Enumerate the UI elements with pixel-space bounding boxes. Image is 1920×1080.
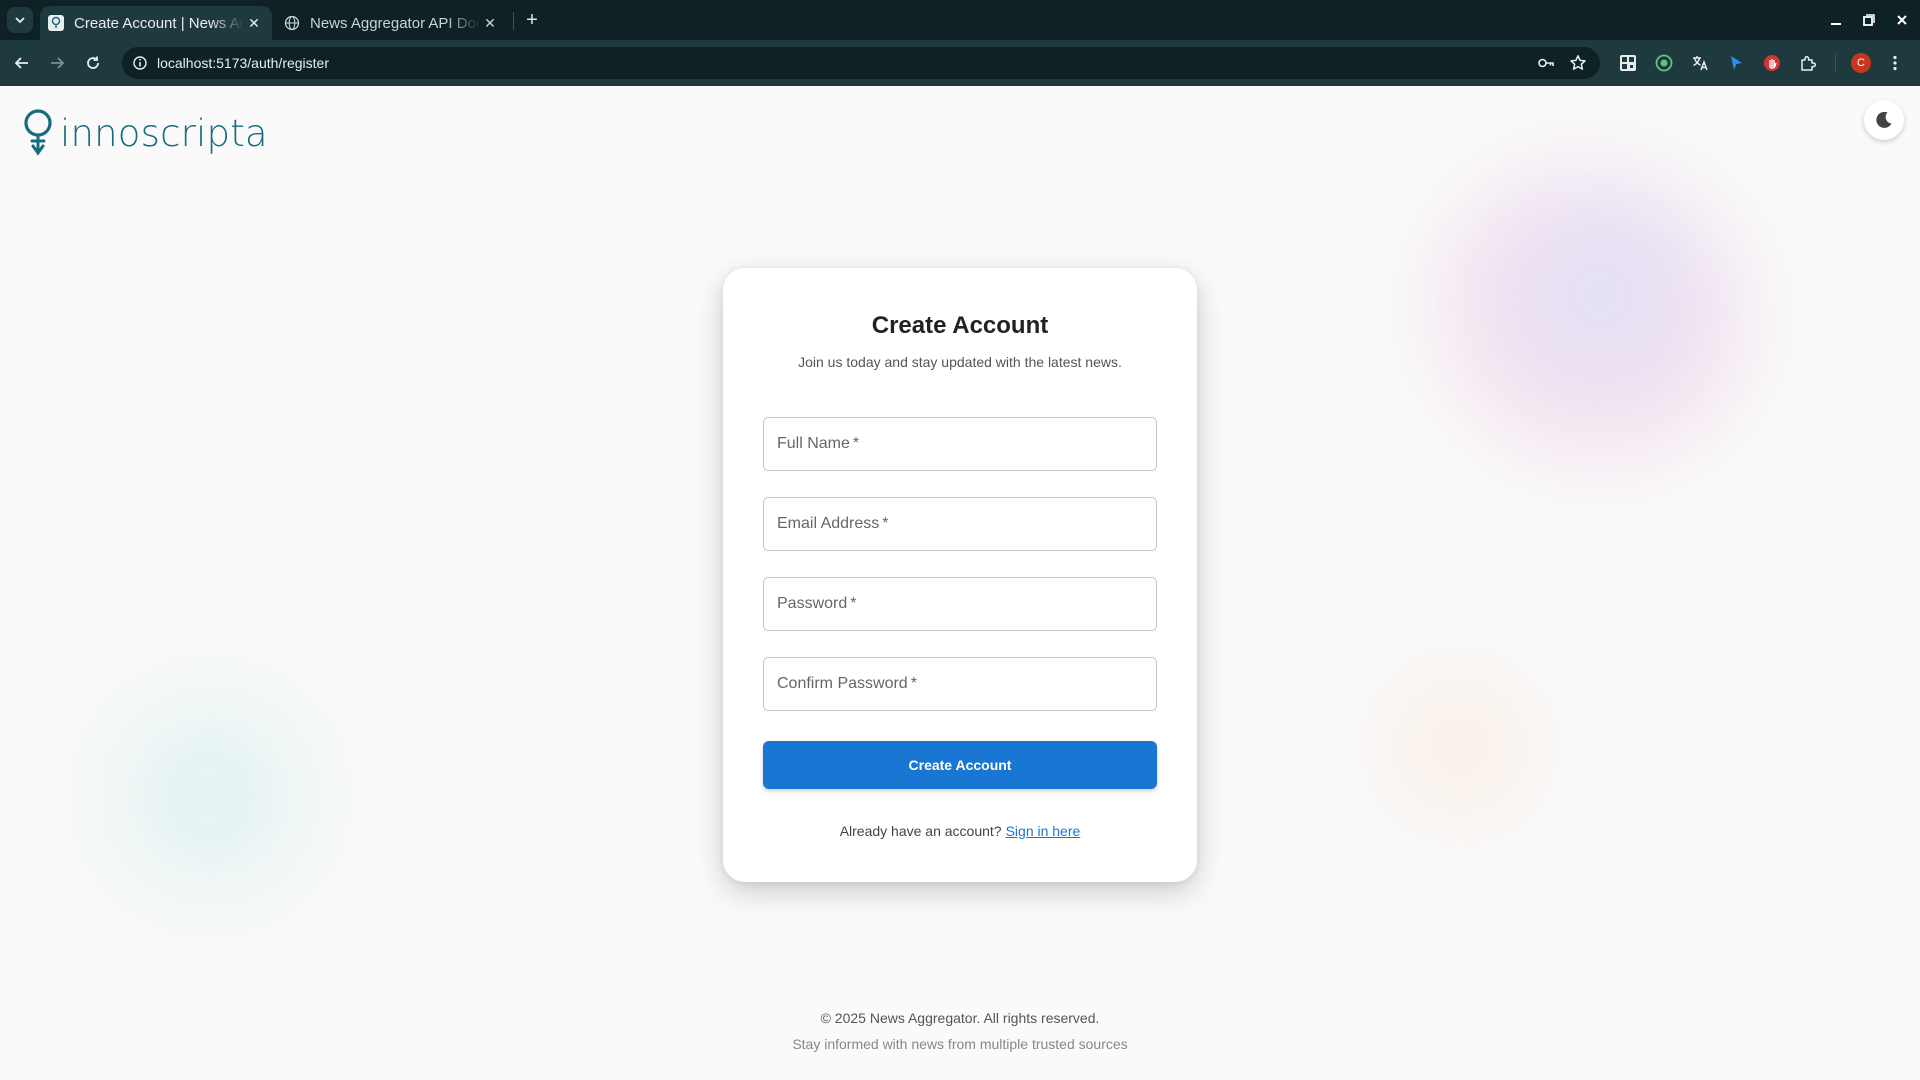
brand-name: innoscripta	[60, 111, 268, 155]
footer-tagline: Stay informed with news from multiple tr…	[792, 1036, 1128, 1052]
puzzle-extensions-icon[interactable]	[1797, 52, 1819, 74]
close-icon[interactable]: ✕	[244, 13, 264, 33]
tab-create-account[interactable]: Create Account | News Aggregator ✕	[40, 6, 272, 40]
signin-link[interactable]: Sign in here	[1006, 823, 1081, 839]
password-field[interactable]: Password *	[763, 577, 1157, 631]
register-card: Create Account Join us today and stay up…	[723, 268, 1197, 882]
brand-logo[interactable]: innoscripta	[22, 108, 268, 158]
field-label: Confirm Password *	[777, 675, 917, 692]
full-name-field[interactable]: Full Name *	[763, 417, 1157, 471]
theme-toggle-button[interactable]	[1864, 100, 1904, 140]
footer-copyright: © 2025 News Aggregator. All rights reser…	[820, 1010, 1100, 1026]
signin-prompt: Already have an account? Sign in here	[723, 823, 1197, 839]
page: innoscripta Create Account Join us today…	[0, 86, 1920, 1080]
browser-tab-bar: Create Account | News Aggregator ✕ News …	[0, 0, 1920, 40]
tab-title: Create Account | News Aggregator	[74, 14, 244, 32]
password-key-icon[interactable]	[1536, 53, 1556, 73]
confirm-password-field[interactable]: Confirm Password *	[763, 657, 1157, 711]
forward-arrow-icon[interactable]	[45, 51, 69, 75]
lightbulb-logo-icon	[24, 109, 52, 156]
tab-title: News Aggregator API Docs	[310, 14, 480, 32]
minimize-icon[interactable]	[1824, 8, 1848, 32]
card-title: Create Account	[871, 312, 1049, 339]
url-text: localhost:5173/auth/register	[157, 55, 329, 71]
restore-icon[interactable]	[1857, 8, 1881, 32]
field-label: Password *	[777, 595, 857, 612]
card-subtitle: Join us today and stay updated with the …	[798, 354, 1122, 370]
translate-extension-icon[interactable]	[1689, 52, 1711, 74]
qr-code-extension-icon[interactable]	[1617, 52, 1639, 74]
create-account-button[interactable]: Create Account	[763, 741, 1157, 789]
field-label: Email Address *	[777, 515, 889, 532]
target-extension-icon[interactable]	[1653, 52, 1675, 74]
decorative-blob	[1420, 166, 1750, 486]
globe-icon	[284, 15, 300, 31]
email-field[interactable]: Email Address *	[763, 497, 1157, 551]
decorative-blob	[1360, 656, 1560, 836]
decorative-blob	[70, 646, 350, 946]
field-label: Full Name *	[777, 435, 860, 452]
profile-avatar[interactable]: C	[1851, 53, 1871, 73]
more-vertical-icon[interactable]	[1884, 52, 1906, 74]
required-mark: *	[850, 595, 857, 612]
reload-icon[interactable]	[81, 51, 105, 75]
moon-icon	[1876, 111, 1892, 128]
new-tab-plus-icon[interactable]: +	[520, 8, 544, 32]
tab-separator	[513, 12, 514, 30]
required-mark: *	[910, 675, 917, 692]
tab-search-button[interactable]	[7, 7, 33, 33]
chevron-down-icon	[15, 17, 25, 24]
back-arrow-icon[interactable]	[10, 51, 34, 75]
window-close-icon[interactable]	[1890, 8, 1914, 32]
required-mark: *	[852, 435, 860, 452]
bulb-favicon-icon	[48, 15, 64, 31]
site-info-icon[interactable]	[130, 53, 150, 73]
required-mark: *	[882, 515, 889, 532]
bookmark-star-icon[interactable]	[1568, 53, 1588, 73]
signin-prompt-text: Already have an account?	[839, 823, 1002, 839]
browser-toolbar: localhost:5173/auth/register	[0, 40, 1920, 86]
tab-api-docs[interactable]: News Aggregator API Docs ✕	[276, 6, 508, 40]
toolbar-separator	[1835, 54, 1836, 72]
address-bar[interactable]: localhost:5173/auth/register	[122, 47, 1600, 79]
close-icon[interactable]: ✕	[480, 13, 500, 33]
hand-extension-icon[interactable]	[1761, 52, 1783, 74]
cursor-extension-icon[interactable]	[1725, 52, 1747, 74]
